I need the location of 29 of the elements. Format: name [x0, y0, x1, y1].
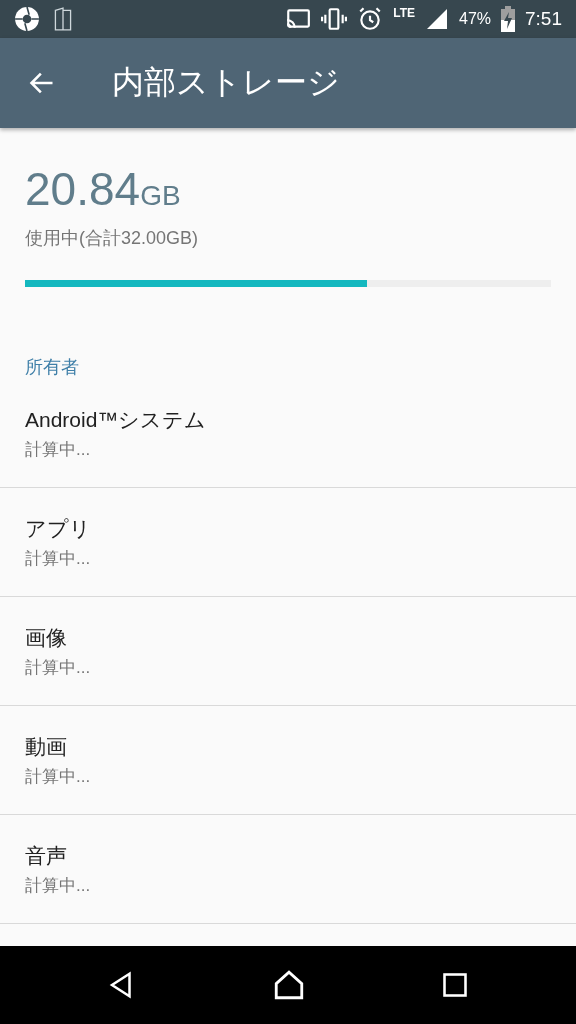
storage-item[interactable]: 動画 計算中... [0, 706, 576, 815]
battery-percent: 47% [459, 10, 491, 28]
item-title: 動画 [25, 733, 68, 760]
signal-icon [425, 7, 449, 31]
storage-item[interactable]: アプリ 計算中... [0, 488, 576, 597]
shutter-icon [14, 6, 40, 32]
home-icon[interactable] [272, 968, 306, 1002]
item-title: 音声 [25, 842, 68, 869]
item-subtitle: 計算中... [25, 438, 92, 461]
vibrate-icon [321, 6, 348, 32]
item-subtitle: 計算中... [25, 547, 92, 570]
network-type: LTE [393, 6, 415, 20]
used-amount: 20.84 [25, 162, 141, 216]
storage-item[interactable]: Android™システム 計算中... [0, 379, 576, 488]
item-subtitle: 計算中... [25, 656, 92, 679]
storage-item[interactable]: 音声 計算中... [0, 815, 576, 924]
item-title: 画像 [25, 624, 68, 651]
item-subtitle: 計算中... [25, 765, 92, 788]
recents-icon[interactable] [440, 971, 469, 999]
item-title: Android™システム [25, 406, 208, 433]
item-subtitle: 計算中... [25, 874, 92, 897]
storage-item[interactable]: 画像 計算中... [0, 597, 576, 706]
section-header: 所有者 [25, 356, 80, 379]
screen-title: 内部ストレージ [112, 63, 340, 102]
clock: 7:51 [525, 8, 562, 30]
battery-charging-icon [501, 6, 515, 32]
used-unit: GB [140, 180, 181, 212]
usage-caption: 使用中(合計32.00GB) [25, 227, 200, 250]
item-title: アプリ [25, 515, 92, 542]
